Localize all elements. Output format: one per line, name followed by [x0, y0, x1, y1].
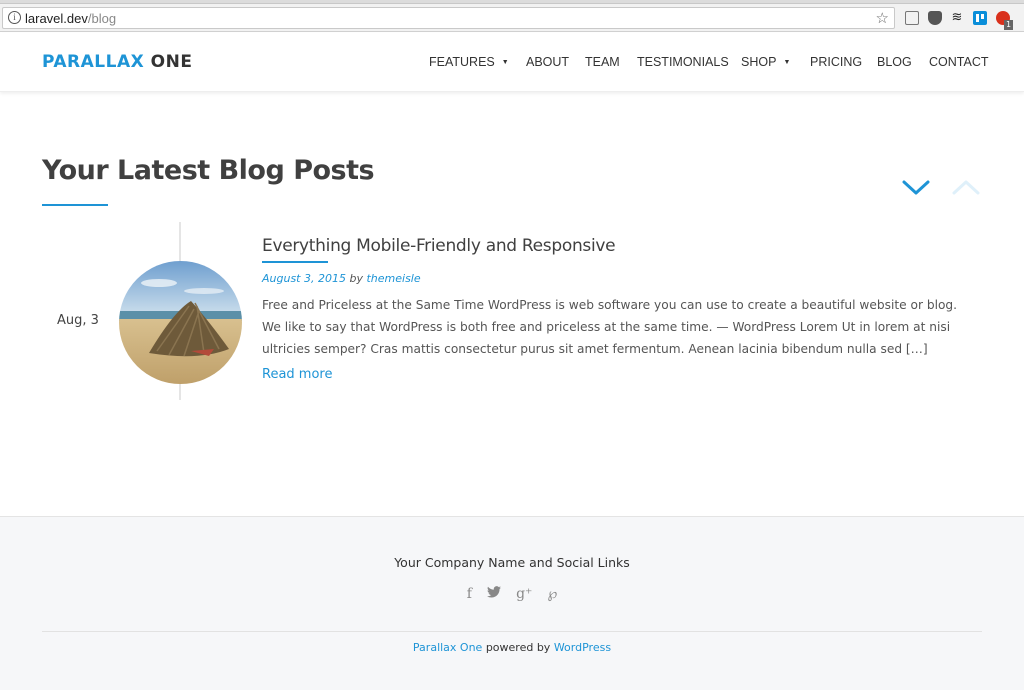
buffer-icon[interactable]: ≋ — [950, 11, 964, 25]
post-excerpt: Free and Priceless at the Same Time Word… — [262, 298, 958, 356]
nav-pricing[interactable]: PRICING — [810, 55, 862, 69]
cast-icon[interactable] — [905, 11, 919, 25]
url-text[interactable]: laravel.dev/blog — [25, 11, 116, 26]
post-title-underline — [262, 261, 328, 263]
nav-blog[interactable]: BLOG — [877, 55, 912, 69]
post-title-link[interactable]: Everything Mobile-Friendly and Responsiv… — [262, 236, 616, 256]
google-plus-icon[interactable]: g⁺ — [516, 586, 532, 602]
nav-contact[interactable]: CONTACT — [929, 55, 989, 69]
beach-hut-photo — [119, 261, 242, 384]
twitter-icon[interactable] — [486, 586, 501, 602]
nav-label: SHOP — [741, 55, 777, 69]
post-meta: August 3, 2015 by themeisle — [262, 272, 421, 285]
footer-divider — [42, 631, 982, 632]
url-host: laravel.dev — [25, 11, 88, 26]
nav-testimonials[interactable]: TESTIMONIALS — [637, 55, 729, 69]
browser-toolbar: i laravel.dev/blog ☆ ≋ 1 — [0, 4, 1024, 32]
wordpress-link[interactable]: WordPress — [554, 641, 611, 654]
social-links: f g⁺ ℘ — [0, 583, 1024, 602]
nav-team[interactable]: TEAM — [585, 55, 620, 69]
trello-icon[interactable] — [973, 11, 987, 25]
footer-company-text: Your Company Name and Social Links — [394, 555, 630, 570]
nav-features[interactable]: FEATURES ▼ — [429, 55, 509, 69]
read-more-link[interactable]: Read more — [262, 367, 332, 382]
url-path: /blog — [87, 11, 117, 26]
caret-down-icon: ▼ — [501, 59, 509, 66]
post-thumbnail[interactable] — [119, 261, 242, 384]
site-footer: Your Company Name and Social Links f g⁺ … — [0, 516, 1024, 690]
footer-credit: Parallax One powered by WordPress — [0, 641, 1024, 654]
adblock-badge: 1 — [1004, 20, 1013, 30]
chevron-down-icon[interactable] — [900, 176, 932, 198]
pinterest-icon[interactable]: ℘ — [548, 586, 558, 602]
nav-about[interactable]: ABOUT — [526, 55, 569, 69]
post-author-link[interactable]: themeisle — [366, 272, 420, 285]
section-title: Your Latest Blog Posts — [42, 155, 375, 186]
site-header: PARALLAX ONE FEATURES ▼ ABOUT TEAM TESTIM… — [0, 33, 1024, 92]
post-by-label: by — [345, 272, 367, 285]
address-bar[interactable]: i laravel.dev/blog ☆ — [2, 7, 895, 29]
theme-link[interactable]: Parallax One — [413, 641, 482, 654]
nav-label: FEATURES — [429, 55, 495, 69]
caret-down-icon: ▼ — [783, 59, 791, 66]
credit-text: powered by — [482, 641, 554, 654]
facebook-icon[interactable]: f — [467, 586, 472, 602]
post-date-link[interactable]: August 3, 2015 — [262, 272, 346, 285]
info-icon[interactable]: i — [8, 11, 21, 24]
chevron-up-icon[interactable] — [950, 176, 982, 198]
title-underline — [42, 204, 108, 206]
pocket-icon[interactable] — [928, 11, 942, 25]
main-nav: FEATURES ▼ ABOUT TEAM TESTIMONIALS SHOP ▼ … — [0, 55, 1024, 71]
nav-shop[interactable]: SHOP ▼ — [741, 55, 790, 69]
bookmark-star-icon[interactable]: ☆ — [876, 9, 889, 27]
post-date-short: Aug, 3 — [57, 313, 99, 328]
